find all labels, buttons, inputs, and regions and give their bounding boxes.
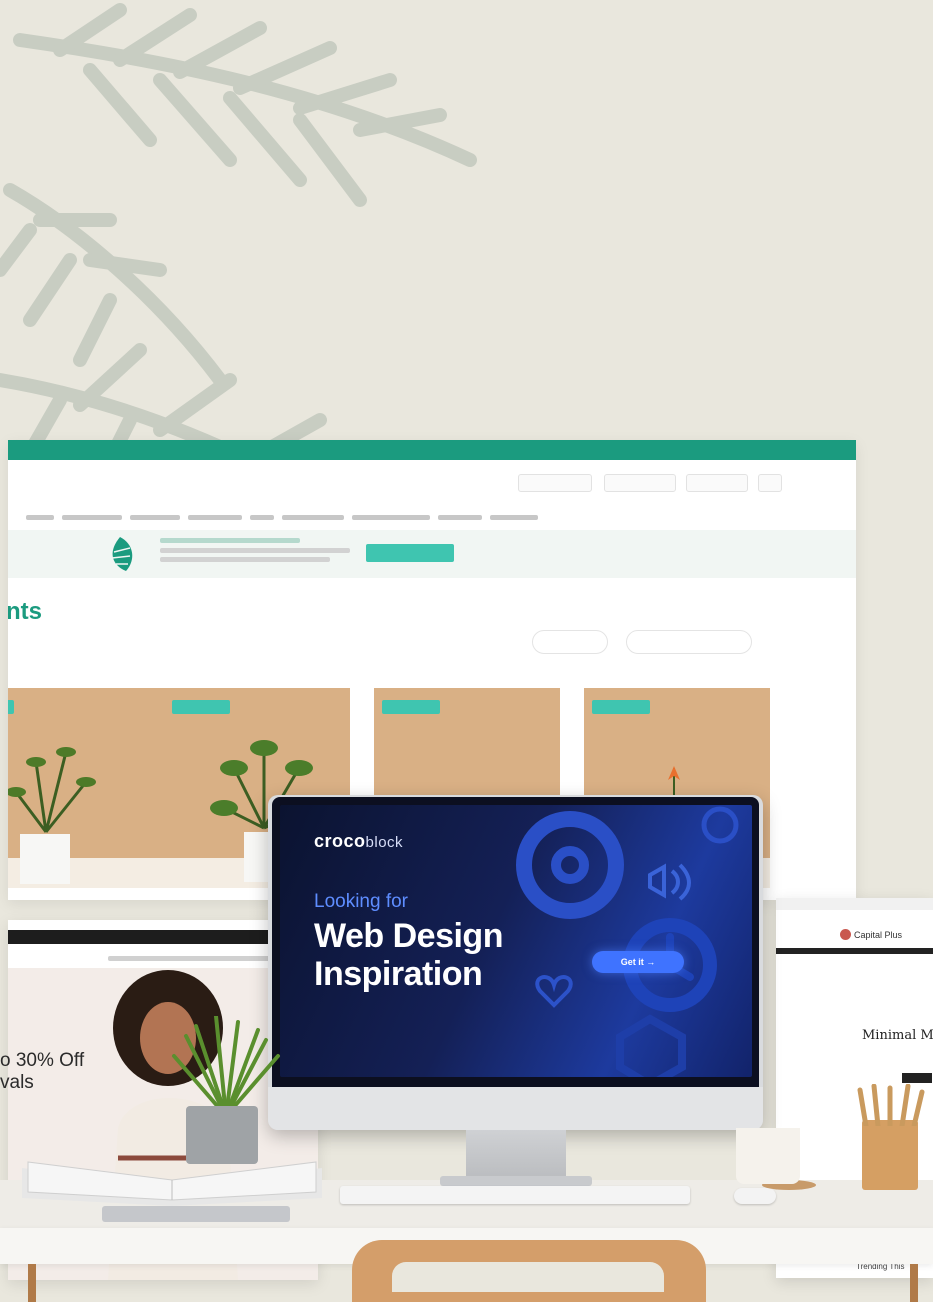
promo-banner xyxy=(8,530,856,578)
filter-dropdown[interactable] xyxy=(532,630,608,654)
coffee-mug xyxy=(736,1128,800,1184)
browser-chrome xyxy=(776,898,933,910)
desk-leg xyxy=(28,1264,36,1302)
right-site-button[interactable] xyxy=(902,1073,932,1083)
card-badge xyxy=(382,700,440,714)
sort-dropdown[interactable] xyxy=(626,630,752,654)
crocoblock-logo: crocoblock xyxy=(314,831,404,851)
monitor-foot xyxy=(440,1176,592,1186)
header-info-pill xyxy=(604,474,676,492)
chair-slot xyxy=(392,1262,664,1292)
card-badge xyxy=(592,700,650,714)
plant-pot xyxy=(186,1106,258,1164)
hero-title: Web Design Inspiration xyxy=(314,917,503,993)
arrow-right-icon: → xyxy=(646,957,656,967)
hero-title-line-2: Inspiration xyxy=(314,955,483,993)
hero-title-line-1: Web Design xyxy=(314,917,503,955)
main-nav xyxy=(26,512,586,524)
banner-button[interactable] xyxy=(366,544,454,562)
card-badge xyxy=(172,700,230,714)
desk-leg xyxy=(910,1264,918,1302)
right-site-title: Minimal Me xyxy=(862,1028,933,1043)
promo-text: o 30% Off vals xyxy=(0,1050,84,1094)
announcement-bar xyxy=(8,440,856,460)
heart-icon xyxy=(535,975,573,1008)
header-info-pill xyxy=(518,474,592,492)
site-logo: Capital Plus xyxy=(839,929,903,940)
flower-image xyxy=(668,766,680,798)
tablet xyxy=(102,1206,290,1222)
header-info-pill xyxy=(686,474,748,492)
header-cart-pill xyxy=(758,474,782,492)
keyboard xyxy=(340,1186,690,1204)
monitor-screen: crocoblock Looking for Web Design Inspir… xyxy=(280,805,752,1077)
hero-eyebrow: Looking for xyxy=(314,891,409,912)
cube-icon xyxy=(616,1014,686,1077)
screen-3d-art xyxy=(516,806,739,1077)
monitor-stand xyxy=(466,1130,566,1182)
open-book xyxy=(22,1161,322,1206)
pencil-cup xyxy=(862,1120,918,1190)
card-badge xyxy=(8,700,14,714)
header-band xyxy=(776,948,933,954)
mouse xyxy=(734,1188,776,1204)
monitor-chin xyxy=(268,1087,763,1130)
promo-line-2: vals xyxy=(0,1072,34,1093)
plant-image xyxy=(8,747,96,884)
section-heading: nts xyxy=(8,598,42,625)
pencils xyxy=(857,1084,925,1126)
desk-plant-leaves xyxy=(172,1016,280,1116)
leaf-logo-icon xyxy=(111,537,133,571)
promo-line-1: o 30% Off xyxy=(0,1050,85,1071)
get-it-button[interactable]: Get it → xyxy=(592,951,684,973)
speaker-icon xyxy=(648,863,666,899)
at-sign-icon xyxy=(516,811,624,919)
